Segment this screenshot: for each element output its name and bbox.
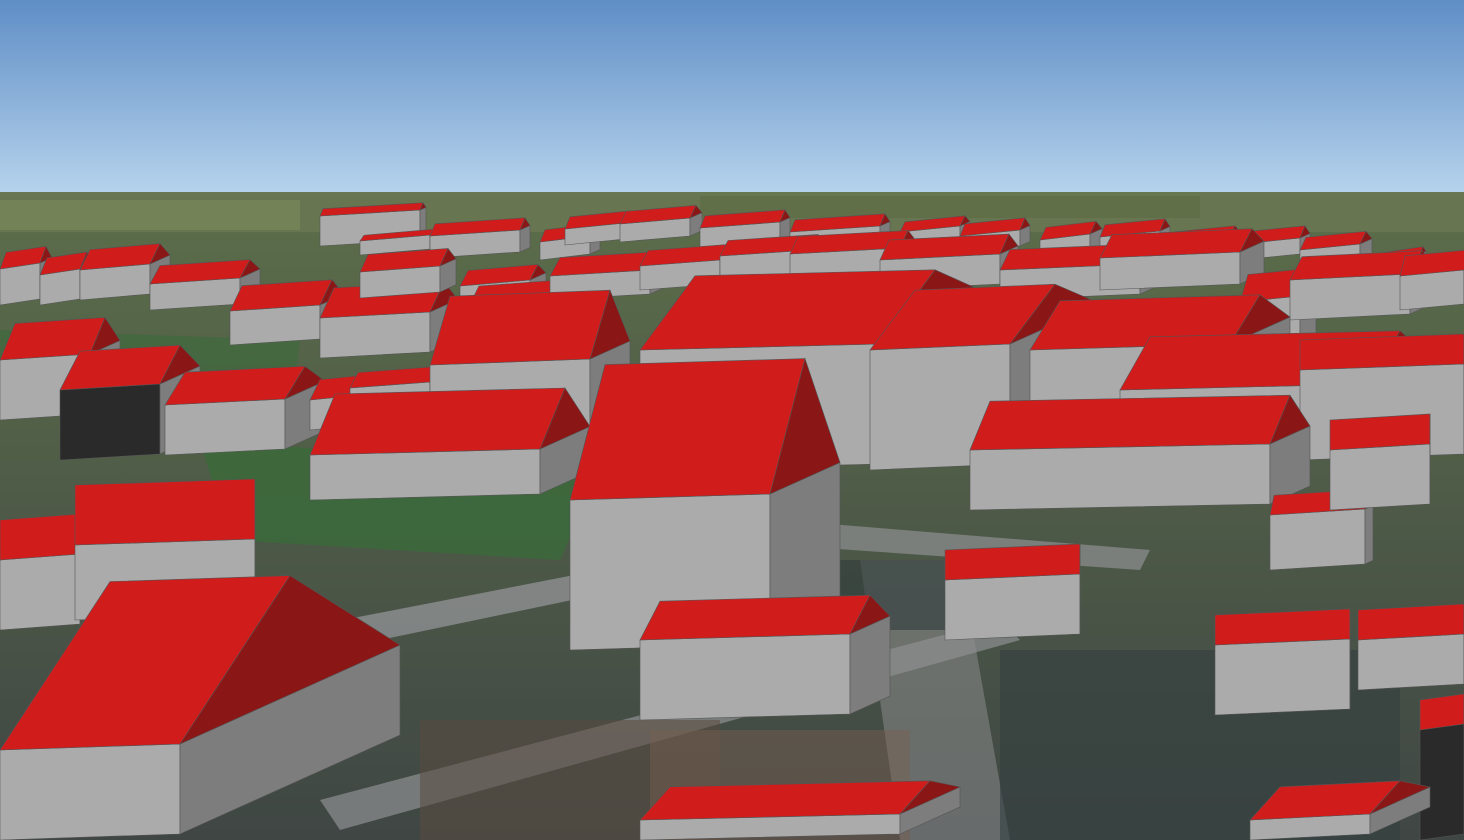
building-wall — [309, 448, 541, 501]
building-wall — [164, 398, 286, 456]
building-wall — [1329, 443, 1431, 511]
building-wall — [1289, 273, 1411, 321]
building-roof — [1329, 413, 1431, 451]
building-roof — [639, 780, 931, 821]
building-wall — [944, 573, 1081, 641]
building-roof — [639, 594, 871, 641]
building-wall — [319, 311, 431, 359]
map-viewport[interactable] — [0, 0, 1464, 840]
building-roof — [1299, 333, 1464, 371]
building-wall — [639, 633, 851, 721]
building-roof — [1214, 608, 1351, 646]
building-wall — [0, 743, 181, 840]
building-wall — [1419, 723, 1464, 840]
building-roof — [74, 478, 256, 546]
building-roof — [969, 394, 1291, 451]
building-wall — [0, 553, 81, 631]
building-roof — [1357, 603, 1464, 641]
building-wall — [969, 443, 1271, 511]
building-roof — [569, 358, 806, 501]
building-roof — [944, 543, 1081, 581]
building-roof — [429, 289, 611, 366]
building-wall — [59, 383, 161, 461]
building-wall — [0, 262, 41, 306]
city-3d-scene[interactable] — [0, 0, 1464, 840]
building-wall — [1214, 638, 1351, 716]
building-wall — [1269, 508, 1366, 571]
building-wall — [1099, 251, 1241, 291]
building-wall — [1399, 269, 1464, 311]
building-wall — [1357, 633, 1464, 691]
building-wall — [1364, 504, 1374, 565]
building-roof — [309, 387, 566, 456]
building-roof — [0, 513, 81, 561]
building-roof — [1419, 693, 1464, 731]
building-roof — [164, 365, 306, 406]
building-wall — [229, 304, 321, 346]
sky — [0, 0, 1464, 194]
